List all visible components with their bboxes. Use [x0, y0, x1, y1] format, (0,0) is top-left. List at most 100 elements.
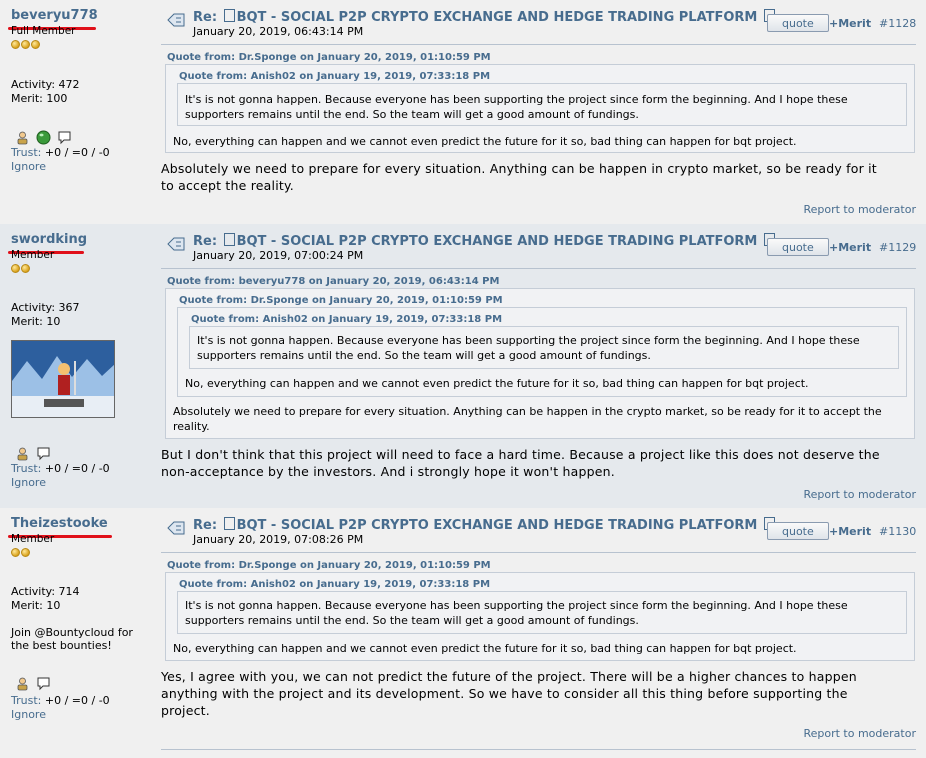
trust-label[interactable]: Trust:: [11, 694, 41, 707]
nested-quote-text: supporters remains until the end. So the…: [197, 349, 651, 362]
username-link[interactable]: beveryu778: [11, 8, 98, 23]
nested-quote-text: supporters remains until the end. So the…: [185, 614, 639, 627]
trust-label[interactable]: Trust:: [11, 462, 41, 475]
nested-quote-header[interactable]: Quote from: Anish02 on January 19, 2019,…: [179, 71, 490, 82]
quote-text: reality.: [173, 420, 210, 433]
post-subject[interactable]: Re: BQT - SOCIAL P2P CRYPTO EXCHANGE AND…: [193, 517, 777, 533]
post-content: Re: BQT - SOCIAL P2P CRYPTO EXCHANGE AND…: [161, 224, 916, 508]
merit-stat: Merit: 10: [11, 315, 61, 328]
quote-header[interactable]: Quote from: Dr.Sponge on January 20, 201…: [167, 52, 491, 63]
ignore-link[interactable]: Ignore: [11, 160, 46, 173]
header-divider: [161, 552, 916, 553]
trust-value: +0 / =0 / -0: [44, 462, 110, 475]
merit-button[interactable]: +Merit: [829, 17, 871, 30]
ignore-link[interactable]: Ignore: [11, 708, 46, 721]
quote-button[interactable]: quote: [767, 14, 829, 32]
quote-text: No, everything can happen and we cannot …: [173, 135, 797, 148]
post-subject[interactable]: Re: BQT - SOCIAL P2P CRYPTO EXCHANGE AND…: [193, 9, 777, 25]
post-number[interactable]: #1130: [879, 525, 916, 538]
username-link[interactable]: swordking: [11, 232, 87, 247]
quote-text: No, everything can happen and we cannot …: [173, 642, 797, 655]
profile-icons: [15, 676, 51, 691]
post-date: January 20, 2019, 07:00:24 PM: [193, 249, 364, 262]
profile-icon[interactable]: [15, 130, 30, 145]
merit-stat: Merit: 10: [11, 599, 61, 612]
trust-score: Trust: +0 / =0 / -0: [11, 694, 110, 707]
merit-stat: Merit: 100: [11, 92, 68, 105]
nested-quote-text: supporters remains until the end. So the…: [185, 108, 639, 121]
message-icon[interactable]: [36, 446, 51, 461]
header-divider: [161, 268, 916, 269]
report-link[interactable]: Report to moderator: [803, 203, 916, 216]
quote-button[interactable]: quote: [767, 238, 829, 256]
quote-button[interactable]: quote: [767, 522, 829, 540]
post-body: Yes, I agree with you, we can not predic…: [161, 669, 857, 684]
post-body: Absolutely we need to prepare for every …: [161, 161, 877, 176]
forum-thread: beveryu778 Full Member Activity: 472 Mer…: [0, 0, 926, 758]
nested-quote-text: It's is not gonna happen. Because everyo…: [185, 93, 848, 106]
signature-text: the best bounties!: [11, 639, 112, 652]
quote-header[interactable]: Quote from: beveryu778 on January 20, 20…: [167, 276, 499, 287]
member-rank: Member: [11, 533, 55, 545]
topic-icon: [167, 237, 185, 251]
globe-icon[interactable]: [36, 130, 51, 145]
rank-coins: [11, 548, 30, 557]
post-date: January 20, 2019, 06:43:14 PM: [193, 25, 364, 38]
nested-quote-text: It's is not gonna happen. Because everyo…: [197, 334, 860, 347]
trust-score: Trust: +0 / =0 / -0: [11, 462, 110, 475]
activity-stat: Activity: 472: [11, 78, 80, 91]
avatar-image: [12, 341, 114, 417]
topic-icon: [167, 521, 185, 535]
trust-value: +0 / =0 / -0: [44, 694, 110, 707]
nested-quote-header[interactable]: Quote from: Anish02 on January 19, 2019,…: [179, 579, 490, 590]
trust-score: Trust: +0 / =0 / -0: [11, 146, 110, 159]
post-body: to accept the reality.: [161, 178, 294, 193]
rank-coins: [11, 40, 40, 49]
profile-icon[interactable]: [15, 446, 30, 461]
report-link[interactable]: Report to moderator: [803, 488, 916, 501]
avatar: [11, 340, 115, 418]
post-content: Re: BQT - SOCIAL P2P CRYPTO EXCHANGE AND…: [161, 0, 916, 224]
member-rank: Full Member: [11, 25, 76, 37]
profile-icons: [15, 446, 51, 461]
post-content: Re: BQT - SOCIAL P2P CRYPTO EXCHANGE AND…: [161, 508, 916, 758]
post-body: anything with the project and its develo…: [161, 686, 848, 701]
post-body: project.: [161, 703, 210, 718]
nested-quote-text: No, everything can happen and we cannot …: [185, 377, 809, 390]
quote-text: Absolutely we need to prepare for every …: [173, 405, 882, 418]
quote-header[interactable]: Quote from: Dr.Sponge on January 20, 201…: [167, 560, 491, 571]
post-number[interactable]: #1129: [879, 241, 916, 254]
post-number[interactable]: #1128: [879, 17, 916, 30]
post-date: January 20, 2019, 07:08:26 PM: [193, 533, 364, 546]
nested-quote-header[interactable]: Quote from: Anish02 on January 19, 2019,…: [191, 314, 502, 325]
nested-quote-text: It's is not gonna happen. Because everyo…: [185, 599, 848, 612]
merit-button[interactable]: +Merit: [829, 525, 871, 538]
post: Theizestooke Member Activity: 714 Merit:…: [0, 508, 926, 758]
signature-text: Join @Bountycloud for: [11, 626, 133, 639]
rank-coins: [11, 264, 30, 273]
message-icon[interactable]: [36, 676, 51, 691]
report-link[interactable]: Report to moderator: [803, 727, 916, 740]
post: swordking Member Activity: 367 Merit: 10: [0, 224, 926, 509]
post: beveryu778 Full Member Activity: 472 Mer…: [0, 0, 926, 225]
nested-quote-header[interactable]: Quote from: Dr.Sponge on January 20, 201…: [179, 295, 503, 306]
post-body: non-acceptance by the investors. And i s…: [161, 464, 615, 479]
member-rank: Member: [11, 249, 55, 261]
topic-icon: [167, 13, 185, 27]
poster-info: Theizestooke Member Activity: 714 Merit:…: [0, 508, 155, 758]
poster-info: swordking Member Activity: 367 Merit: 10: [0, 224, 155, 508]
message-icon[interactable]: [57, 130, 72, 145]
profile-icons: [15, 130, 72, 145]
username-link[interactable]: Theizestooke: [11, 516, 108, 531]
post-body: But I don't think that this project will…: [161, 447, 880, 462]
activity-stat: Activity: 714: [11, 585, 80, 598]
profile-icon[interactable]: [15, 676, 30, 691]
merit-button[interactable]: +Merit: [829, 241, 871, 254]
activity-stat: Activity: 367: [11, 301, 80, 314]
post-subject[interactable]: Re: BQT - SOCIAL P2P CRYPTO EXCHANGE AND…: [193, 233, 777, 249]
ignore-link[interactable]: Ignore: [11, 476, 46, 489]
footer-divider: [161, 749, 916, 750]
poster-info: beveryu778 Full Member Activity: 472 Mer…: [0, 0, 155, 224]
trust-label[interactable]: Trust:: [11, 146, 41, 159]
header-divider: [161, 44, 916, 45]
